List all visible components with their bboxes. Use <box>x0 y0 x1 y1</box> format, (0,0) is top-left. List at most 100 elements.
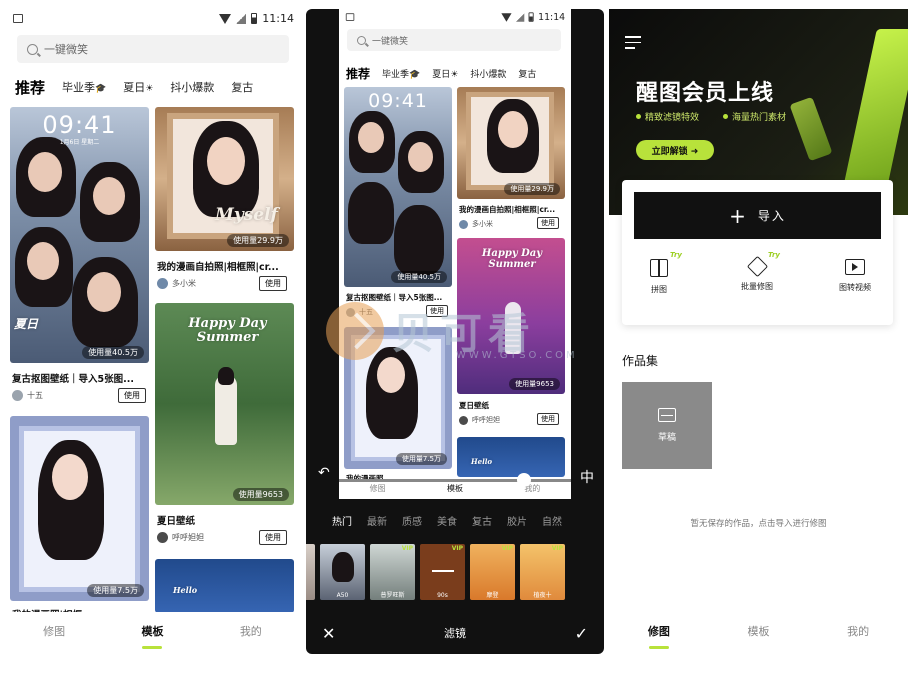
filter-tab-retro[interactable]: 复古 <box>472 513 492 528</box>
drafts-tile[interactable]: 草稿 <box>622 382 712 469</box>
tab-douyin-hits[interactable]: 抖小爆款 <box>170 79 214 95</box>
unlock-button[interactable]: 立即解锁 ➜ <box>636 140 714 160</box>
tool-collage[interactable]: Try 拼图 <box>624 251 694 295</box>
template-thumbnail: 使用量7.5万 <box>344 327 452 469</box>
author-name: 十五 <box>359 308 373 316</box>
tool-image-to-video[interactable]: 图转视频 <box>820 259 890 293</box>
search-input[interactable]: 一键微笑 <box>17 35 289 63</box>
portrait-hair <box>394 205 444 275</box>
usage-count: 使用量7.5万 <box>87 584 144 597</box>
filter-categories: 热门 最新 质感 美食 复古 胶片 自然 <box>306 509 604 531</box>
empty-state-note: 暂无保存的作品，点击导入进行修图 <box>690 519 827 529</box>
lockscreen-clock: 09:41 <box>368 90 428 112</box>
template-thumbnail[interactable]: 使用量7.5万 <box>10 416 149 601</box>
decorative-shape <box>789 96 833 162</box>
portrait-hair <box>348 182 394 244</box>
template-card[interactable]: 09:41 1月6日 星期二 夏日 使用量40.5万 复古抠图壁纸｜导入5张图.… <box>10 107 149 407</box>
filter-thumb[interactable] <box>306 544 315 600</box>
template-card[interactable]: Myself 使用量29.9万 我的漫画自拍照|相框照|cr... 多小米 使用 <box>155 107 294 299</box>
tab-douyin-hits: 抖小爆款 <box>470 69 507 80</box>
template-thumbnail[interactable]: Happy Day Summer 使用量9653 <box>155 303 294 505</box>
author-name: 呼呼妲妲 <box>172 533 204 542</box>
card-title: 我的漫画自拍照|相框照|cr... <box>459 205 556 214</box>
tab-recommend: 推荐 <box>346 66 371 81</box>
filter-thumb[interactable]: VIP 摩登 <box>470 544 515 600</box>
filter-thumb[interactable]: VIP 植夜十 <box>520 544 565 600</box>
portrait-face <box>377 357 405 393</box>
bullet-icon <box>723 114 728 119</box>
filter-tab-film[interactable]: 胶片 <box>507 513 527 528</box>
nav-templates: 模板 <box>446 483 463 493</box>
tab-graduation: 毕业季🎓 <box>382 67 420 80</box>
menu-icon[interactable] <box>625 36 641 49</box>
template-thumbnail[interactable]: Myself 使用量29.9万 <box>155 107 294 251</box>
drafts-label: 草稿 <box>657 433 676 443</box>
author-name: 呼呼妲妲 <box>472 416 500 424</box>
girl-figure <box>505 302 521 354</box>
intensity-slider[interactable] <box>339 473 571 487</box>
use-template-button: 使用 <box>537 217 559 229</box>
use-template-button[interactable]: 使用 <box>118 388 146 403</box>
confirm-icon[interactable]: ✓ <box>575 624 588 643</box>
filter-tab-food[interactable]: 美食 <box>437 513 457 528</box>
grad-cap-icon: 🎓 <box>95 84 107 94</box>
import-button[interactable]: + 导入 <box>634 192 881 239</box>
nav-me[interactable]: 我的 <box>240 623 262 643</box>
use-template-button[interactable]: 使用 <box>259 530 287 545</box>
compare-label[interactable]: 中 <box>580 467 594 487</box>
filter-tab-hot[interactable]: 热门 <box>332 513 352 528</box>
slider-knob[interactable] <box>517 473 531 487</box>
nav-edit[interactable]: 修图 <box>43 623 65 643</box>
template-card[interactable]: Hello <box>155 559 294 613</box>
filter-tab-nature[interactable]: 自然 <box>542 513 562 528</box>
filter-tab-latest[interactable]: 最新 <box>367 513 387 528</box>
card-title: 复古抠图壁纸｜导入5张图... <box>12 374 134 385</box>
use-template-button[interactable]: 使用 <box>259 276 287 291</box>
filter-list: A50 VIP 普罗旺斯 VIP 90s VIP 摩登 VIP 植夜十 <box>306 544 565 600</box>
filter-thumb[interactable]: VIP 90s <box>420 544 465 600</box>
undo-icon[interactable]: ↶ <box>318 465 330 481</box>
overlay-text: Happy Day Summer <box>481 248 543 270</box>
nav-templates[interactable]: 模板 <box>747 623 769 643</box>
template-thumbnail[interactable]: Hello <box>155 559 294 613</box>
filter-thumb[interactable]: A50 <box>320 544 365 600</box>
tab-recommend[interactable]: 推荐 <box>15 77 45 98</box>
usage-count: 使用量40.5万 <box>82 346 144 359</box>
nav-templates[interactable]: 模板 <box>141 623 163 649</box>
category-tabs: 推荐 毕业季🎓 夏日☀ 抖小爆款 复古 <box>15 75 300 99</box>
plus-icon: + <box>729 203 748 228</box>
portrait-face <box>498 111 528 148</box>
filter-title: 滤镜 <box>444 627 466 640</box>
vip-badge: VIP <box>551 545 563 552</box>
author-name: 多小米 <box>472 220 493 228</box>
template-thumbnail[interactable]: 09:41 1月6日 星期二 夏日 使用量40.5万 <box>10 107 149 363</box>
filter-label: A50 <box>336 592 349 599</box>
template-thumbnail: Hello <box>457 437 565 477</box>
filter-thumb[interactable]: VIP 普罗旺斯 <box>370 544 415 600</box>
tab-retro[interactable]: 复古 <box>231 79 253 95</box>
tab-summer[interactable]: 夏日☀ <box>123 79 153 95</box>
usage-count: 使用量9653 <box>509 378 560 390</box>
preview-canvas[interactable]: 11:14 一键微笑 推荐 毕业季🎓 夏日☀ 抖小爆款 复古 09:41 使用量… <box>339 9 571 499</box>
filter-label: 90s <box>437 592 448 599</box>
filter-tab-texture[interactable]: 质感 <box>402 513 422 528</box>
tool-batch-edit[interactable]: Try 批量修图 <box>722 251 792 292</box>
close-icon[interactable]: ✕ <box>322 624 335 643</box>
nav-edit[interactable]: 修图 <box>648 623 670 649</box>
tab-label: 毕业季 <box>382 69 410 80</box>
video-icon <box>845 259 865 275</box>
image-notification-icon <box>345 13 355 21</box>
tab-graduation[interactable]: 毕业季🎓 <box>62 79 106 95</box>
portrait-hair <box>218 367 234 385</box>
lockscreen-date: 1月6日 星期二 <box>59 139 100 146</box>
wifi-icon <box>501 12 512 22</box>
usage-count: 使用量29.9万 <box>504 183 560 195</box>
author-name: 十五 <box>27 391 43 400</box>
nav-me[interactable]: 我的 <box>847 623 869 643</box>
template-card[interactable]: Happy Day Summer 使用量9653 夏日壁纸 呼呼妲妲 使用 <box>155 303 294 551</box>
tool-label: 批量修图 <box>741 282 773 291</box>
usage-count: 使用量40.5万 <box>391 271 447 283</box>
template-thumbnail: 09:41 使用量40.5万 <box>344 87 452 287</box>
template-card[interactable]: 使用量7.5万 我的漫画照|相框... <box>10 416 149 621</box>
card-title: 我的漫画自拍照|相框照|cr... <box>157 262 279 273</box>
